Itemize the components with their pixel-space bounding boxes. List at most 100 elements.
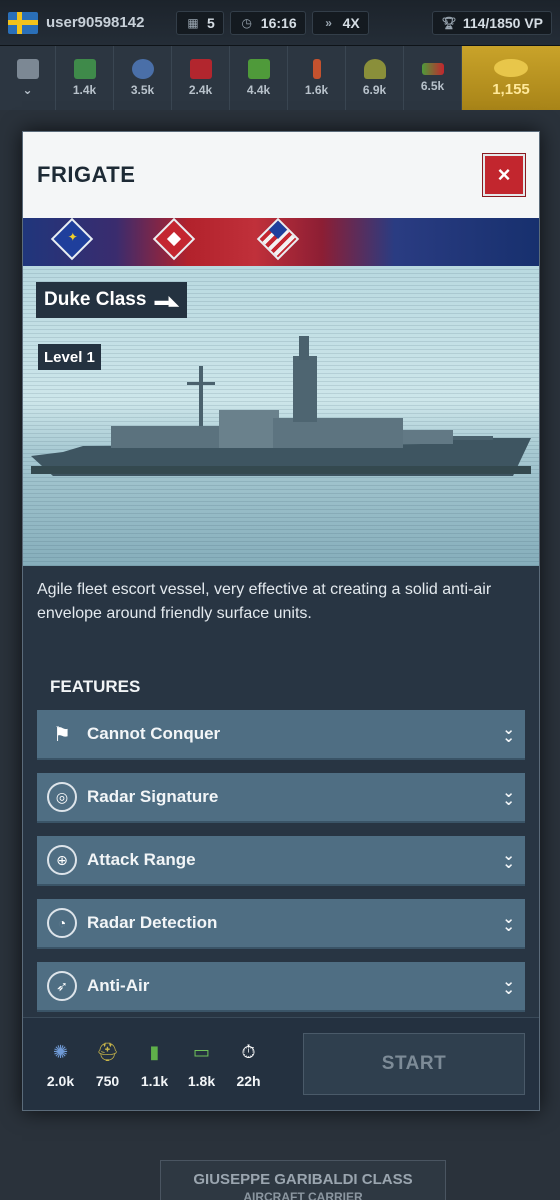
manpower-icon: ⛑ (96, 1041, 119, 1062)
crate-icon (16, 59, 39, 79)
feature-radar-detection[interactable]: ◔ Radar Detection ⌄ ⌄ (37, 899, 525, 949)
features-heading: FEATURES (50, 677, 141, 696)
ship-image: Duke Class ▬◣ Level 1 (23, 266, 539, 566)
top-status-bar: user90598142 ▦ 5 ◷ 16:16 » 4X 🏆︎ 114/185… (0, 0, 560, 46)
money-icon (421, 63, 444, 75)
cost-time: ⏱ 22h (225, 1039, 272, 1090)
resource-manpower[interactable]: 6.9k (346, 46, 404, 110)
game-clock[interactable]: ◷ 16:16 (229, 10, 306, 35)
us-faction-icon (256, 218, 300, 261)
resource-supplies[interactable]: 4.4k (230, 46, 288, 110)
start-button[interactable]: START (303, 1033, 525, 1095)
radar-detection-icon: ◔ (47, 908, 77, 938)
class-name: Duke Class (44, 289, 147, 310)
cost-value: 22h (236, 1073, 261, 1089)
resource-value: 2.4k (188, 83, 213, 97)
chevron-double-down-icon: ⌄ ⌄ (502, 973, 515, 998)
feature-label: Radar Signature (87, 787, 219, 806)
chevron-down-icon: ⌄ (22, 83, 33, 97)
resource-ammo[interactable]: 1.6k (288, 46, 346, 110)
day-counter[interactable]: ▦ 5 (176, 10, 224, 35)
ship-icon: ▬◣ (154, 291, 180, 308)
cost-manpower: ⛑ 750 (84, 1039, 131, 1090)
feature-label: Cannot Conquer (87, 724, 221, 743)
background-card-title: GIUSEPPE GARIBALDI CLASS (193, 1171, 413, 1188)
day-value: 5 (207, 14, 215, 31)
chevron-double-down-icon: ⌄ ⌄ (502, 847, 515, 872)
faction-flag-band (23, 218, 539, 266)
resource-value: 1.6k (304, 83, 329, 97)
class-badge: Duke Class ▬◣ (36, 282, 188, 318)
gold-balance[interactable]: 1,155 (462, 46, 560, 110)
timer-icon: ⏱ (241, 1041, 256, 1062)
cost-value: 750 (95, 1073, 120, 1089)
speed-icon: » (325, 15, 332, 30)
feature-attack-range[interactable]: ⊕ Attack Range ⌄ ⌄ (37, 836, 525, 886)
supplies-icon: ▮ (149, 1041, 160, 1062)
cost-money: ▭ 1.8k (178, 1039, 225, 1090)
level-text: Level 1 (44, 348, 95, 366)
background-unit-card: GIUSEPPE GARIBALDI CLASS AIRCRAFT CARRIE… (160, 1160, 446, 1200)
chevron-double-down-icon: ⌄ ⌄ (502, 784, 515, 809)
electronics-icon: ✺ (52, 1041, 69, 1062)
fuel-icon (189, 59, 212, 79)
modal-header: FRIGATE × (23, 132, 539, 218)
calendar-icon: ▦ (187, 15, 199, 30)
resource-components[interactable]: 1.4k (56, 46, 114, 110)
username[interactable]: user90598142 (46, 14, 176, 31)
resource-value: 1.4k (72, 83, 97, 97)
victory-points[interactable]: 🏆︎ 114/1850 VP (431, 10, 552, 35)
background-card-subtitle: AIRCRAFT CARRIER (243, 1190, 363, 1200)
resource-fuel[interactable]: 2.4k (172, 46, 230, 110)
modal-footer: ✺ 2.0k ⛑ 750 ▮ 1.1k ▭ 1.8k ⏱ 22h START (23, 1017, 539, 1110)
feature-label: Anti-Air (87, 976, 150, 995)
feature-label: Attack Range (87, 850, 196, 869)
unit-info-modal: FRIGATE × Duke Class ▬◣ Level 1 (22, 131, 540, 1111)
resource-value: 6.9k (362, 83, 387, 97)
feature-label: Radar Detection (87, 913, 218, 932)
resource-value: 6.5k (420, 79, 445, 93)
close-button[interactable]: × (483, 154, 525, 196)
speed-value: 4X (342, 14, 360, 31)
crosshair-icon: ⊕ (47, 845, 77, 875)
cost-value: 1.8k (187, 1073, 216, 1089)
resource-menu-toggle[interactable]: ⌄ (0, 46, 56, 110)
chevron-double-down-icon: ⌄ ⌄ (502, 910, 515, 935)
feature-cannot-conquer[interactable]: ⚑ Cannot Conquer ⌄ ⌄ (37, 710, 525, 760)
resource-electronics[interactable]: 3.5k (114, 46, 172, 110)
feature-anti-air[interactable]: ➶ Anti-Air ⌄ ⌄ (37, 962, 525, 1012)
close-icon: × (497, 162, 511, 187)
resource-value: 4.4k (246, 83, 271, 97)
feature-radar-signature[interactable]: ◎ Radar Signature ⌄ ⌄ (37, 773, 525, 823)
sweden-flag-icon[interactable] (8, 11, 38, 34)
trophy-icon: 🏆︎ (441, 15, 457, 30)
radar-signature-icon: ◎ (47, 782, 77, 812)
clock-icon: ◷ (241, 15, 253, 30)
manpower-icon (363, 59, 386, 79)
resource-money[interactable]: 6.5k (404, 46, 462, 110)
gold-icon (494, 58, 528, 77)
chevron-double-down-icon: ⌄ ⌄ (502, 721, 515, 746)
level-badge: Level 1 (38, 344, 101, 370)
unit-description: Agile fleet escort vessel, very effectiv… (37, 581, 492, 622)
modal-title: FRIGATE (37, 162, 136, 187)
cost-value: 1.1k (140, 1073, 169, 1089)
no-conquer-flag-icon: ⚑ (53, 723, 71, 746)
components-icon (73, 59, 96, 79)
resource-value: 3.5k (130, 83, 155, 97)
cost-supplies: ▮ 1.1k (131, 1039, 178, 1090)
electronics-icon (131, 59, 154, 79)
missile-icon: ➶ (47, 971, 77, 1001)
cross-faction-icon (152, 218, 196, 261)
cost-value: 2.0k (46, 1073, 75, 1089)
gold-value: 1,155 (492, 80, 530, 98)
game-speed[interactable]: » 4X (311, 10, 369, 35)
clock-value: 16:16 (260, 14, 297, 31)
victory-points-value: 114/1850 VP (462, 14, 543, 31)
eu-faction-icon (50, 218, 94, 261)
cost-electronics: ✺ 2.0k (37, 1039, 84, 1090)
money-icon: ▭ (192, 1041, 210, 1062)
ammo-icon (312, 59, 321, 79)
supplies-icon (247, 59, 270, 79)
resource-bar: ⌄ 1.4k 3.5k 2.4k 4.4k 1.6k 6.9k 6.5k 1,1… (0, 46, 560, 110)
